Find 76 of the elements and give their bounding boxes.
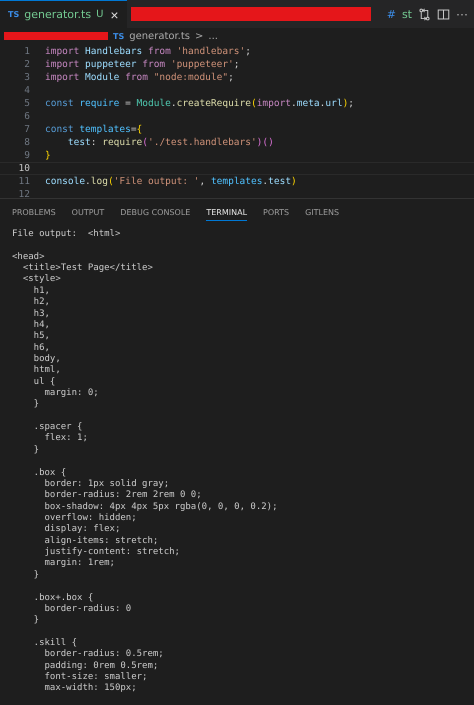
typescript-icon: TS xyxy=(8,10,20,19)
terminal-line: .skill { xyxy=(32,638,78,649)
breadcrumb-separator: > xyxy=(195,30,204,42)
terminal-line: h3, xyxy=(32,308,51,320)
code-line: } xyxy=(45,150,51,161)
line-number: 3 xyxy=(23,72,31,83)
terminal-line: padding: 0rem 0.5rem; xyxy=(44,660,160,672)
close-button[interactable]: × xyxy=(108,6,121,22)
terminal-line: ul { xyxy=(32,376,56,388)
tab-text: st xyxy=(402,8,412,20)
tab-label: generator.ts xyxy=(24,8,92,21)
typescript-icon: TS xyxy=(113,32,124,40)
line-number: 10 xyxy=(18,163,31,174)
terminal-line: } xyxy=(32,570,40,582)
code-line: import Handlebars from 'handlebars'; xyxy=(45,46,251,57)
line-number: 12 xyxy=(18,189,31,198)
code-line: console.log('File output: ', templates.test) xyxy=(45,176,297,187)
status-letter: U xyxy=(96,9,104,20)
line-number: 6 xyxy=(23,111,31,122)
terminal-line: body, xyxy=(32,354,62,365)
terminal-line: h5, xyxy=(32,331,51,343)
more-actions-button[interactable]: ··· xyxy=(456,7,468,21)
line-number: 2 xyxy=(23,59,31,70)
line-number: 4 xyxy=(23,85,31,96)
panel-tab[interactable]: PORTS xyxy=(263,204,290,220)
panel-tab[interactable]: PROBLEMS xyxy=(12,204,56,220)
code-line: test: require('./test.handlebars')() xyxy=(66,137,274,148)
line-number: 7 xyxy=(23,124,31,135)
split-editor-icon[interactable] xyxy=(437,8,450,20)
terminal-line: .spacer { xyxy=(32,422,84,433)
panel-tab[interactable]: TERMINAL xyxy=(206,204,248,220)
panel-tab[interactable]: GITLENS xyxy=(305,204,340,220)
panel-tab[interactable]: DEBUG CONSOLE xyxy=(120,204,190,220)
terminal-line: .box { xyxy=(32,468,68,479)
terminal-line: border-radius: 2rem 2rem 0 0; xyxy=(44,490,203,502)
terminal-line: border-radius: 0 xyxy=(44,604,132,616)
line-number: 9 xyxy=(23,150,31,161)
terminal-line: font-size: smaller; xyxy=(44,672,148,683)
panel-tab[interactable]: OUTPUT xyxy=(72,204,104,220)
code-line: import puppeteer from 'puppeteer'; xyxy=(45,59,240,70)
terminal-line: margin: 0; xyxy=(44,388,100,400)
line-number: 5 xyxy=(23,98,31,109)
terminal-line: .box+.box { xyxy=(32,592,94,604)
terminal-line: align-items: stretch; xyxy=(44,536,160,547)
terminal-line: h4, xyxy=(32,320,51,331)
terminal-line: } xyxy=(32,615,40,627)
terminal-line: overflow: hidden; xyxy=(44,512,138,524)
breadcrumb-item[interactable]: ... xyxy=(208,30,218,42)
compare-changes-icon[interactable] xyxy=(418,8,431,20)
terminal-line: box-shadow: 4px 4px 5px rgba(0, 0, 0, 0.2); xyxy=(44,502,279,513)
terminal-line: } xyxy=(32,444,40,456)
terminal-line: <title>Test Page</title> xyxy=(22,263,154,274)
code-line: const templates={ xyxy=(45,124,142,135)
terminal-line: <head> xyxy=(12,252,46,263)
terminal-line: html, xyxy=(32,365,62,377)
terminal-line: display: flex; xyxy=(44,524,122,536)
terminal-line: h2, xyxy=(32,297,51,309)
line-number: 11 xyxy=(18,176,31,187)
terminal-line: margin: 1rem; xyxy=(44,558,116,570)
terminal-line: <style> xyxy=(22,274,62,286)
editor-tab[interactable]: TS generator.ts U × xyxy=(0,0,127,28)
code-line: const require = Module.createRequire(import.meta.url); xyxy=(45,98,354,109)
terminal-line: justify-content: stretch; xyxy=(44,547,181,558)
terminal-line: max-width: 150px; xyxy=(44,683,138,695)
terminal-line: } xyxy=(32,399,40,411)
code-line: import Module from "node:module"; xyxy=(45,72,234,83)
breadcrumb-item[interactable]: generator.ts xyxy=(129,30,190,42)
terminal-line: File output: <html> xyxy=(12,229,122,240)
tab-text: # xyxy=(386,8,396,20)
terminal-line: h1, xyxy=(32,286,51,297)
terminal-line: border-radius: 0.5rem; xyxy=(44,649,165,661)
terminal-line: h6, xyxy=(32,342,51,354)
terminal-line: flex: 1; xyxy=(44,433,89,445)
line-number: 1 xyxy=(23,46,31,57)
line-number: 8 xyxy=(23,137,31,148)
terminal-line: border: 1px solid gray; xyxy=(44,478,170,490)
